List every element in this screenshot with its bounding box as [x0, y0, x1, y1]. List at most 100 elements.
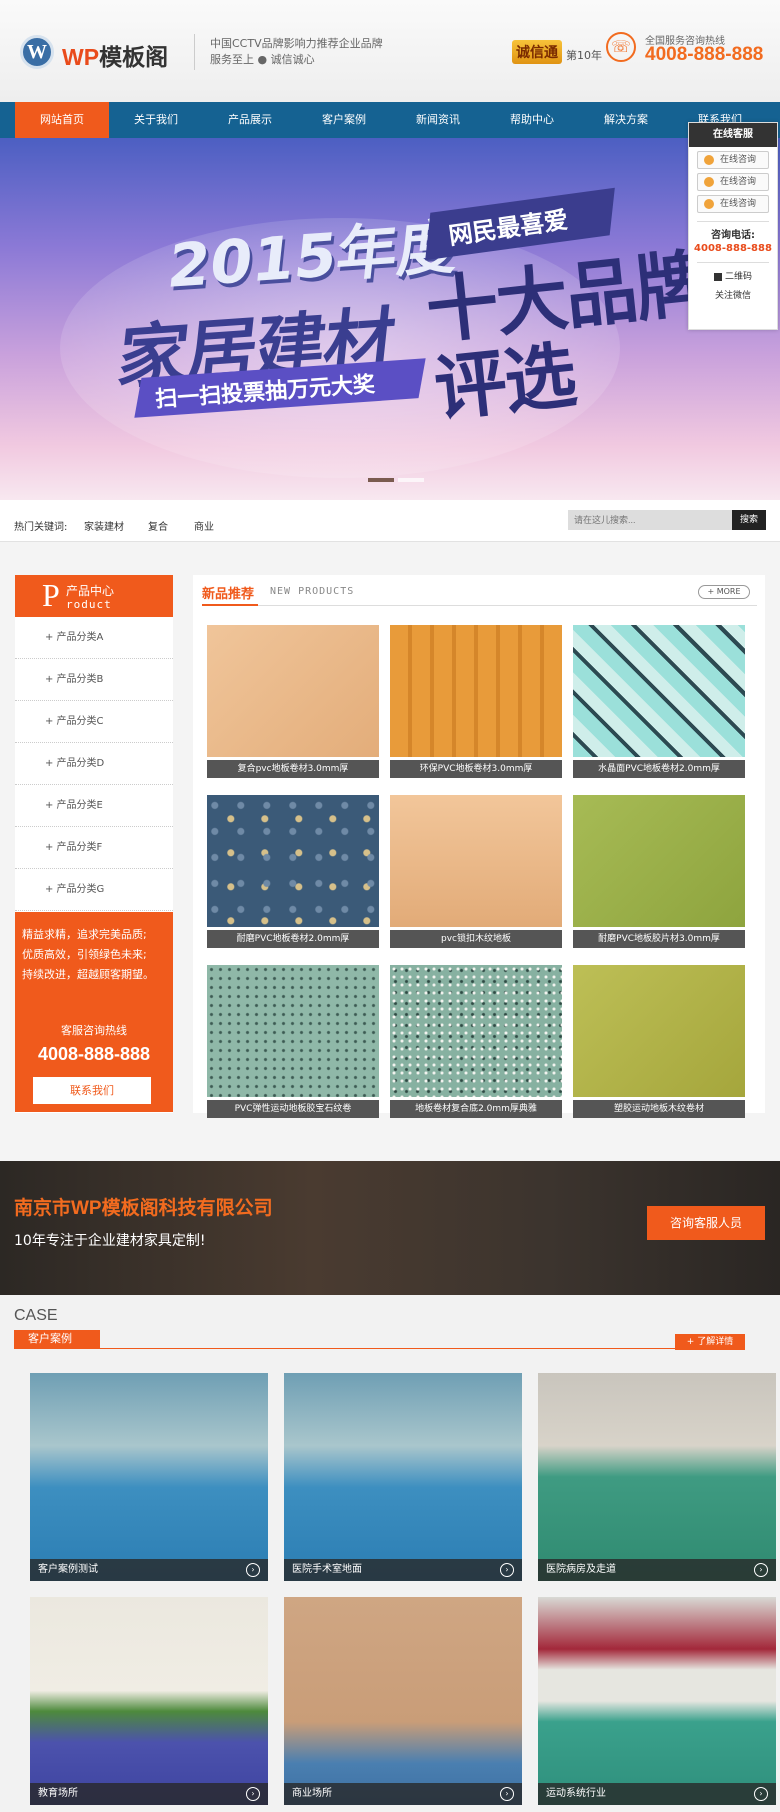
case-card[interactable]: 医院手术室地面 › [284, 1373, 522, 1581]
sidebar-letter: P [42, 577, 60, 613]
arrow-right-icon[interactable]: › [500, 1563, 514, 1577]
phone-icon: ☏ [606, 32, 636, 62]
arrow-right-icon[interactable]: › [246, 1563, 260, 1577]
case-card[interactable]: 教育场所 › [30, 1597, 268, 1805]
cases-more-button[interactable]: + 了解详情 [675, 1334, 745, 1350]
case-image [284, 1373, 522, 1581]
nav-item-home[interactable]: 网站首页 [15, 102, 109, 138]
nav-item-about[interactable]: 关于我们 [109, 102, 203, 138]
company-tagline: 10年专注于企业建材家具定制! [14, 1233, 206, 1249]
product-image [390, 965, 562, 1097]
keyword-link-2[interactable]: 复合 [148, 518, 168, 533]
sidebar-item-category-b[interactable]: + 产品分类B [15, 659, 173, 701]
case-card[interactable]: 商业场所 › [284, 1597, 522, 1805]
arrow-right-icon[interactable]: › [500, 1787, 514, 1801]
arrow-right-icon[interactable]: › [246, 1787, 260, 1801]
sidebar-item-category-f[interactable]: + 产品分类F [15, 827, 173, 869]
case-caption: 客户案例测试 [30, 1559, 268, 1581]
case-caption: 医院病房及走道 [538, 1559, 776, 1581]
contact-us-button[interactable]: 联系我们 [33, 1077, 151, 1104]
case-caption: 运动系统行业 [538, 1783, 776, 1805]
hero-banner[interactable]: 2015年度 家居建材 扫一扫投票抽万元大奖 网民最喜爱 十大品牌 评选 [0, 138, 780, 500]
header-slogan: 中国CCTV品牌影响力推荐企业品牌 服务至上 ● 诚信诚心 [210, 36, 383, 68]
product-card[interactable]: 水晶面PVC地板卷材2.0mm厚 [573, 625, 745, 779]
search-input[interactable] [568, 510, 732, 530]
arrow-right-icon[interactable]: › [754, 1787, 768, 1801]
product-card[interactable]: 环保PVC地板卷材3.0mm厚 [390, 625, 562, 779]
case-image [284, 1597, 522, 1805]
search-button[interactable]: 搜索 [732, 510, 766, 530]
product-caption: 塑胶运动地板木纹卷材 [573, 1100, 745, 1118]
qq-consult-button-2[interactable]: 在线咨询 [697, 173, 769, 191]
promo-line-1: 精益求精，追求完美品质; [22, 928, 147, 941]
more-products-button[interactable]: + MORE [698, 585, 750, 599]
sidebar-item-category-c[interactable]: + 产品分类C [15, 701, 173, 743]
case-card[interactable]: 运动系统行业 › [538, 1597, 776, 1805]
sidebar-item-category-d[interactable]: + 产品分类D [15, 743, 173, 785]
product-image [207, 965, 379, 1097]
product-caption: 复合pvc地板卷材3.0mm厚 [207, 760, 379, 778]
sidebar-item-category-a[interactable]: + 产品分类A [15, 617, 173, 659]
product-image [573, 795, 745, 927]
banner-big-text: 十大品牌 评选 [422, 241, 718, 431]
product-image [573, 965, 745, 1097]
qq-consult-button-1[interactable]: 在线咨询 [697, 151, 769, 169]
case-card[interactable]: 医院病房及走道 › [538, 1373, 776, 1581]
product-card[interactable]: 耐磨PVC地板胶片材3.0mm厚 [573, 795, 745, 949]
keyword-link-3[interactable]: 商业 [194, 518, 214, 533]
product-card[interactable]: 耐磨PVC地板卷材2.0mm厚 [207, 795, 379, 949]
product-caption: 地板卷材复合底2.0mm厚典雅 [390, 1100, 562, 1118]
cases-title-en: CASE [14, 1307, 58, 1324]
arrow-right-icon[interactable]: › [754, 1563, 768, 1577]
slider-dots [368, 478, 428, 482]
case-image [538, 1373, 776, 1581]
consult-service-button[interactable]: 咨询客服人员 [647, 1206, 765, 1240]
qq-consult-label: 在线咨询 [720, 177, 757, 187]
product-card[interactable]: 复合pvc地板卷材3.0mm厚 [207, 625, 379, 779]
product-card[interactable]: pvc锁扣木纹地板 [390, 795, 562, 949]
product-caption: 环保PVC地板卷材3.0mm厚 [390, 760, 562, 778]
section-divider [202, 605, 757, 606]
qq-consult-label: 在线咨询 [720, 155, 757, 165]
nav-item-solutions[interactable]: 解决方案 [579, 102, 673, 138]
product-card[interactable]: 塑胶运动地板木纹卷材 [573, 965, 745, 1119]
qr-code-label: 二维码 [724, 272, 752, 282]
new-products-title-en: NEW PRODUCTS [270, 586, 355, 597]
product-card[interactable]: PVC弹性运动地板胶宝石纹卷 [207, 965, 379, 1119]
case-caption: 商业场所 [284, 1783, 522, 1805]
nav-item-help[interactable]: 帮助中心 [485, 102, 579, 138]
slider-dot-2[interactable] [398, 478, 424, 482]
sidebar-item-category-e[interactable]: + 产品分类E [15, 785, 173, 827]
case-image [30, 1597, 268, 1805]
product-image [573, 625, 745, 757]
section-divider-accent [202, 604, 258, 606]
qq-consult-label: 在线咨询 [720, 199, 757, 209]
product-image [207, 625, 379, 757]
service-title: 在线客服 [689, 123, 777, 147]
case-image [538, 1597, 776, 1805]
case-caption: 教育场所 [30, 1783, 268, 1805]
slider-dot-1[interactable] [368, 478, 394, 482]
nav-item-products[interactable]: 产品展示 [203, 102, 297, 138]
service-tel-label: 咨询电话: [711, 230, 755, 241]
sidebar-item-category-g[interactable]: + 产品分类G [15, 869, 173, 911]
promo-line-2: 优质高效，引领绿色未来; [22, 948, 147, 961]
product-card[interactable]: 地板卷材复合底2.0mm厚典雅 [390, 965, 562, 1119]
brand-logo[interactable]: WP模板阁 [62, 38, 168, 72]
company-name: 南京市WP模板阁科技有限公司 [14, 1198, 273, 1219]
brand-prefix: WP [62, 44, 100, 70]
qq-consult-button-3[interactable]: 在线咨询 [697, 195, 769, 213]
case-card[interactable]: 客户案例测试 › [30, 1373, 268, 1581]
nav-item-news[interactable]: 新闻资讯 [391, 102, 485, 138]
badge-years: 第10年 [566, 49, 602, 62]
qr-code-link[interactable]: 二维码 [689, 269, 777, 282]
product-caption: 水晶面PVC地板卷材2.0mm厚 [573, 760, 745, 778]
main-nav: 网站首页 关于我们 产品展示 客户案例 新闻资讯 帮助中心 解决方案 联系我们 [0, 102, 780, 138]
slogan-line-1: 中国CCTV品牌影响力推荐企业品牌 [210, 37, 383, 50]
nav-item-cases[interactable]: 客户案例 [297, 102, 391, 138]
wordpress-logo-icon[interactable]: W [20, 35, 54, 69]
keyword-link-1[interactable]: 家装建材 [84, 518, 124, 533]
service-divider [697, 221, 769, 222]
qq-icon [704, 199, 714, 209]
service-divider [697, 262, 769, 263]
